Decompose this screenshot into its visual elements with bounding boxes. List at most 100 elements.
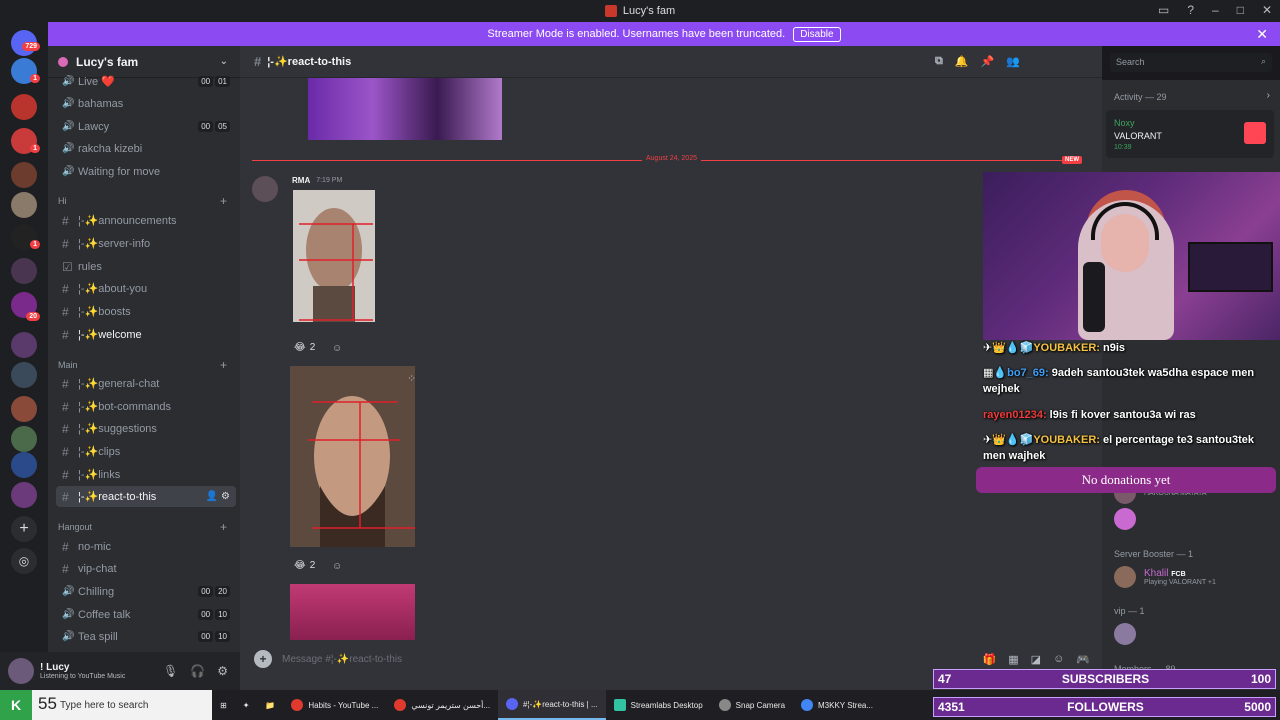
file-explorer-icon[interactable]: 📁: [257, 690, 283, 720]
text-channel-item[interactable]: # vip-chat: [56, 558, 236, 579]
attach-plus-icon[interactable]: +: [254, 650, 272, 668]
add-server-icon[interactable]: +: [11, 516, 37, 542]
server-badge: 1: [30, 144, 40, 153]
hash-icon: #: [62, 327, 69, 342]
message-actions-icon[interactable]: ⁘: [407, 372, 416, 385]
date-divider: August 24, 2025 NEW: [252, 155, 1082, 164]
apps-icon[interactable]: 🎮: [1076, 653, 1090, 666]
text-channel-item[interactable]: # ¦-✨bot-commands: [56, 396, 236, 417]
members-list-icon[interactable]: 👥: [1006, 55, 1020, 68]
taskbar-app[interactable]: #¦-✨react-to-this | ...: [498, 690, 606, 720]
category-hi[interactable]: Hi +: [58, 194, 233, 208]
discover-icon[interactable]: ◎: [11, 548, 37, 574]
create-channel-icon[interactable]: +: [220, 358, 227, 372]
pin-icon[interactable]: 📌: [981, 55, 995, 68]
start-button[interactable]: K: [0, 690, 32, 720]
server-icon[interactable]: [11, 258, 37, 284]
server-icon[interactable]: [11, 452, 37, 478]
gif-icon[interactable]: ▦: [1008, 653, 1018, 666]
server-icon[interactable]: [11, 94, 37, 120]
server-icon[interactable]: [11, 482, 37, 508]
add-reaction-icon[interactable]: ☺: [332, 343, 342, 354]
taskbar-app[interactable]: Streamlabs Desktop: [606, 690, 711, 720]
voice-channel-item[interactable]: 🔊 Live ❤️ 00 01: [56, 71, 236, 92]
channel-label: rakcha kizebi: [78, 142, 143, 155]
close-window-button[interactable]: ✕: [1262, 3, 1272, 17]
reaction-pill[interactable]: 😂 2: [294, 342, 315, 353]
channel-settings-icon[interactable]: 👤 ⚙: [206, 491, 230, 502]
taskbar-app[interactable]: أحسن ستريمر تونسي...: [386, 690, 498, 720]
voice-channel-item[interactable]: 🔊 Waiting for move: [56, 161, 236, 182]
message-image[interactable]: [290, 366, 415, 547]
activity-game: VALORANT: [1114, 131, 1162, 141]
maximize-button[interactable]: □: [1237, 3, 1244, 17]
voice-channel-item[interactable]: 🔊 Chilling 00 20: [56, 581, 236, 602]
voice-channel-item[interactable]: 🔊 bahamas: [56, 93, 236, 114]
text-channel-item[interactable]: ☑ rules: [56, 256, 236, 277]
server-icon[interactable]: [11, 362, 37, 388]
avatar[interactable]: [252, 176, 278, 202]
member-item[interactable]: [1114, 623, 1144, 645]
reaction-pill[interactable]: 😂 2: [294, 560, 315, 571]
create-channel-icon[interactable]: +: [220, 520, 227, 534]
avatar[interactable]: [8, 658, 34, 684]
taskbar-search-placeholder: Type here to search: [60, 699, 149, 711]
minimize-button[interactable]: –: [1212, 3, 1219, 17]
text-channel-item[interactable]: # ¦-✨general-chat: [56, 373, 236, 394]
server-badge: 1: [30, 240, 40, 249]
speaker-icon: 🔊: [62, 586, 75, 597]
bell-icon[interactable]: 🔔: [955, 55, 969, 68]
text-channel-item[interactable]: # ¦-✨about-you: [56, 278, 236, 299]
inbox-icon[interactable]: ▭: [1158, 3, 1169, 17]
add-reaction-icon[interactable]: ☺: [332, 561, 342, 572]
server-icon[interactable]: [11, 332, 37, 358]
member-item[interactable]: [1114, 508, 1144, 530]
server-icon[interactable]: [11, 396, 37, 422]
threads-icon[interactable]: ⧉: [935, 55, 943, 68]
text-channel-item[interactable]: # no-mic: [56, 536, 236, 557]
category-main[interactable]: Main +: [58, 358, 233, 372]
server-icon[interactable]: [11, 162, 37, 188]
voice-channel-item[interactable]: 🔊 Tea spill 00 10: [56, 626, 236, 647]
message-image[interactable]: [293, 190, 375, 322]
search-input[interactable]: Search ⌕: [1110, 53, 1272, 72]
text-channel-item[interactable]: # ¦-✨boosts: [56, 301, 236, 322]
channel-label: ¦-✨boosts: [78, 306, 131, 318]
headphones-icon[interactable]: 🎧: [190, 664, 205, 678]
chevron-right-icon[interactable]: ›: [1267, 90, 1270, 101]
activity-card[interactable]: Noxy VALORANT 10:39: [1106, 110, 1274, 158]
server-icon[interactable]: [11, 426, 37, 452]
voice-channel-item[interactable]: 🔊 rakcha kizebi: [56, 138, 236, 159]
channel-label: no-mic: [78, 540, 112, 553]
text-channel-item[interactable]: # ¦-✨links: [56, 464, 236, 485]
text-channel-item[interactable]: # ¦-✨announcements: [56, 210, 236, 231]
close-banner-icon[interactable]: ✕: [1256, 26, 1268, 43]
gear-icon[interactable]: ⚙: [217, 664, 228, 678]
sticker-icon[interactable]: ◪: [1031, 653, 1041, 666]
taskbar-app[interactable]: Habits - YouTube ...: [283, 690, 386, 720]
member-item[interactable]: Khalil FCB Playing VALORANT +1: [1114, 566, 1216, 588]
disable-streamer-mode-button[interactable]: Disable: [793, 26, 841, 42]
task-view-icon[interactable]: ⊞: [212, 690, 235, 720]
emoji-icon[interactable]: ☺: [1053, 653, 1064, 666]
message-author[interactable]: RMA: [292, 176, 310, 185]
gift-icon[interactable]: 🎁: [983, 653, 997, 666]
taskbar-app[interactable]: Snap Camera: [711, 690, 793, 720]
text-channel-item[interactable]: # ¦-✨clips: [56, 441, 236, 462]
copilot-icon[interactable]: ✦: [235, 690, 258, 720]
voice-channel-item[interactable]: 🔊 Coffee talk 00 10: [56, 604, 236, 625]
text-channel-item[interactable]: # ¦-✨welcome: [56, 324, 236, 345]
text-channel-item[interactable]: # ¦-✨server-info: [56, 233, 236, 254]
category-hangout[interactable]: Hangout +: [58, 520, 233, 534]
taskbar-search-input[interactable]: 55 Type here to search: [32, 690, 212, 720]
create-channel-icon[interactable]: +: [220, 194, 227, 208]
taskbar-app[interactable]: M3KKY Strea...: [793, 690, 881, 720]
message-image[interactable]: [308, 78, 502, 140]
server-icon[interactable]: [11, 192, 37, 218]
microphone-icon[interactable]: 🎙: [163, 664, 178, 678]
voice-channel-item[interactable]: 🔊 Lawcy 00 05: [56, 116, 236, 137]
message-image[interactable]: [290, 584, 415, 640]
help-icon[interactable]: ?: [1187, 3, 1194, 17]
text-channel-item-active[interactable]: # ¦-✨react-to-this 👤 ⚙: [56, 486, 236, 507]
text-channel-item[interactable]: # ¦-✨suggestions: [56, 418, 236, 439]
